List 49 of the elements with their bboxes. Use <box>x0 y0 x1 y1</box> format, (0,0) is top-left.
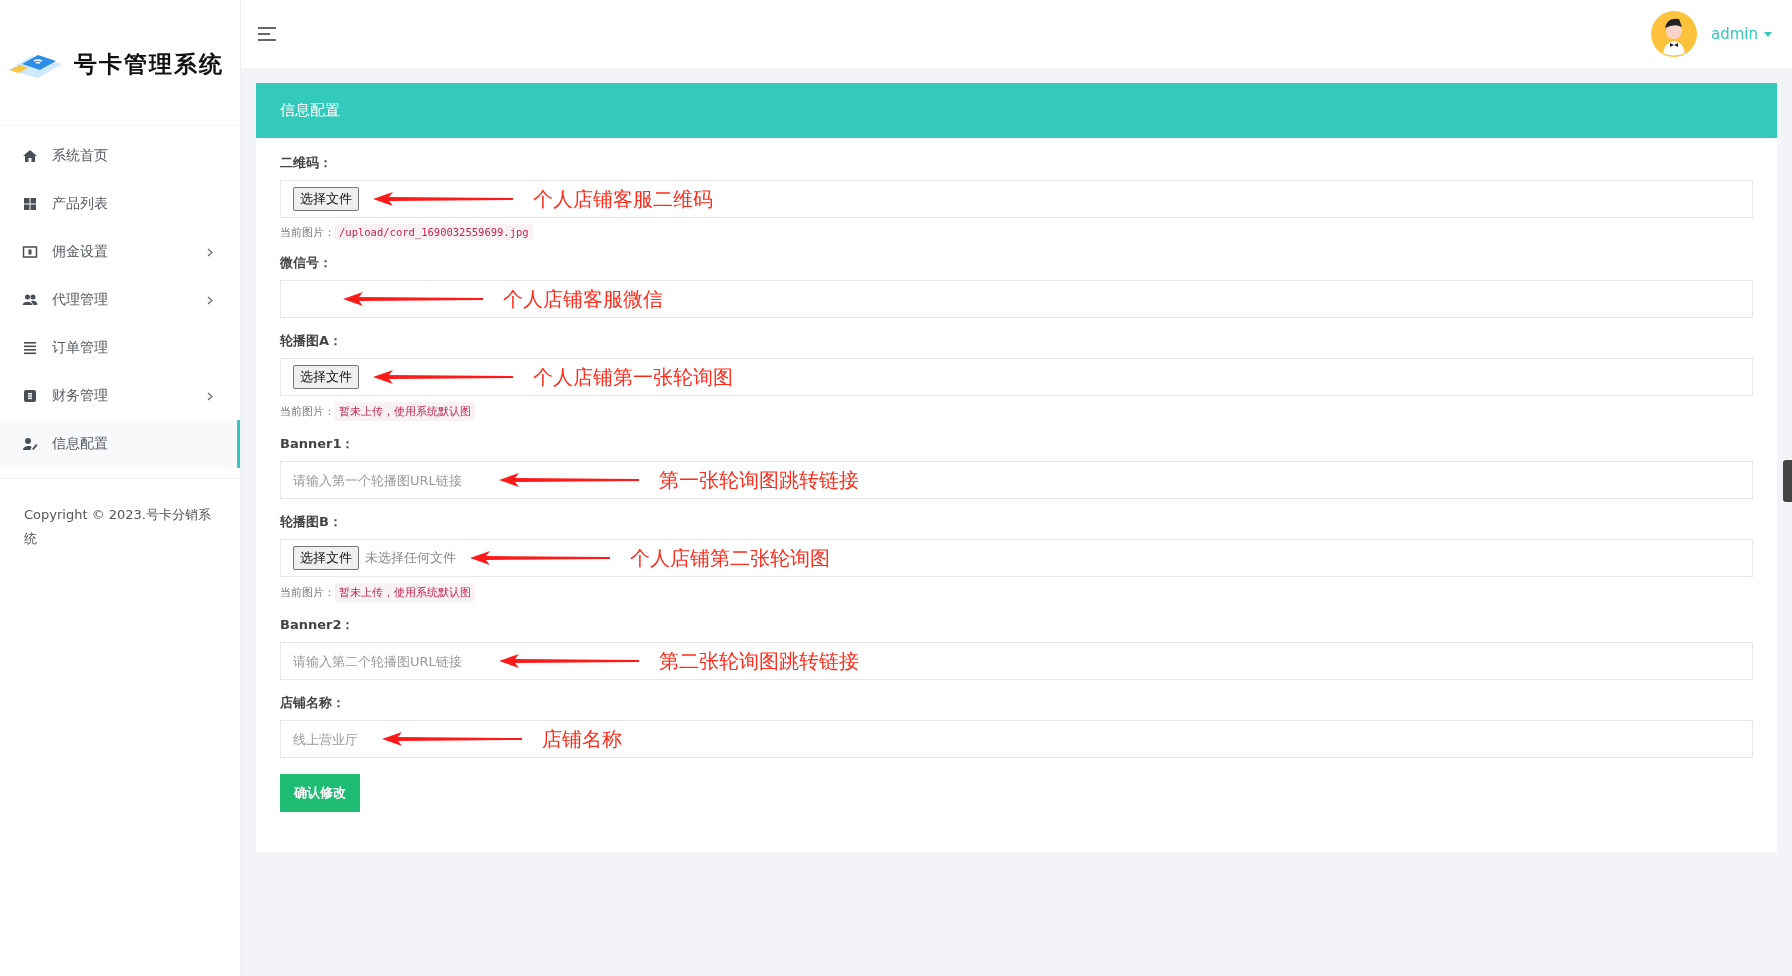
annotation-text: 个人店铺客服二维码 <box>533 185 713 213</box>
people-icon <box>22 292 38 308</box>
annotation-text: 店铺名称 <box>542 725 622 753</box>
avatar-icon[interactable] <box>1651 11 1697 57</box>
field-label: 轮播图B： <box>280 513 343 531</box>
user-edit-icon <box>22 436 38 452</box>
field-label: 店铺名称： <box>280 694 346 712</box>
panel-title: 信息配置 <box>280 101 340 120</box>
field-label: Banner2： <box>280 616 356 634</box>
annotation-text: 个人店铺第二张轮询图 <box>630 544 830 572</box>
current-image-value: 暂未上传，使用系统默认图 <box>335 583 475 602</box>
app-logo-title: 号卡管理系统 <box>74 49 224 79</box>
choose-file-button[interactable]: 选择文件 <box>293 546 359 570</box>
field-label: 微信号： <box>280 254 333 272</box>
annotation-text: 个人店铺客服微信 <box>503 285 663 313</box>
caret-icon <box>1764 31 1772 37</box>
file-input-field[interactable]: 选择文件 个人店铺第一张轮询图 <box>280 358 1753 396</box>
annotation-text: 第一张轮询图跳转链接 <box>659 466 859 494</box>
menu-icon[interactable] <box>257 26 277 42</box>
grid-icon <box>22 196 38 212</box>
dollar-icon <box>22 388 38 404</box>
current-image-label: 当前图片： <box>280 224 335 240</box>
list-icon <box>22 340 38 356</box>
banknote-icon <box>22 244 38 260</box>
current-image-value: 暂未上传，使用系统默认图 <box>335 402 475 421</box>
sidebar-item[interactable]: 系统首页 <box>0 132 240 180</box>
text-input-field[interactable]: 个人店铺客服微信 <box>280 280 1753 318</box>
sidebar-item[interactable]: 信息配置 <box>0 420 240 468</box>
sidebar-item[interactable]: 佣金设置 <box>0 228 240 276</box>
choose-file-button[interactable]: 选择文件 <box>293 365 359 389</box>
sidebar-item[interactable]: 财务管理 <box>0 372 240 420</box>
field-label: 轮播图A： <box>280 332 344 350</box>
sidebar-item[interactable]: 产品列表 <box>0 180 240 228</box>
copyright-text: Copyright © 2023.号卡分销系统 <box>23 506 212 548</box>
annotation-text: 个人店铺第一张轮询图 <box>533 363 733 391</box>
choose-file-button[interactable]: 选择文件 <box>293 187 359 211</box>
current-image-label: 当前图片： <box>280 404 335 419</box>
file-status-text: 未选择任何文件 <box>365 549 456 567</box>
sidebar-item[interactable]: 订单管理 <box>0 324 240 372</box>
home-icon <box>22 148 38 164</box>
field-label: 二维码： <box>280 154 333 172</box>
scrollbar-thumb[interactable] <box>1783 460 1792 502</box>
file-input-field[interactable]: 选择文件 未选择任何文件 个人店铺第二张轮询图 <box>280 539 1753 577</box>
field-label: Banner1： <box>280 435 356 453</box>
sidebar-item[interactable]: 代理管理 <box>0 276 240 324</box>
annotation-text: 第二张轮询图跳转链接 <box>659 647 859 675</box>
file-input-field[interactable]: 选择文件 个人店铺客服二维码 <box>280 180 1753 218</box>
current-image-label: 当前图片： <box>280 585 335 600</box>
current-image-value: /upload/cord_1690032559699.jpg <box>335 224 533 240</box>
